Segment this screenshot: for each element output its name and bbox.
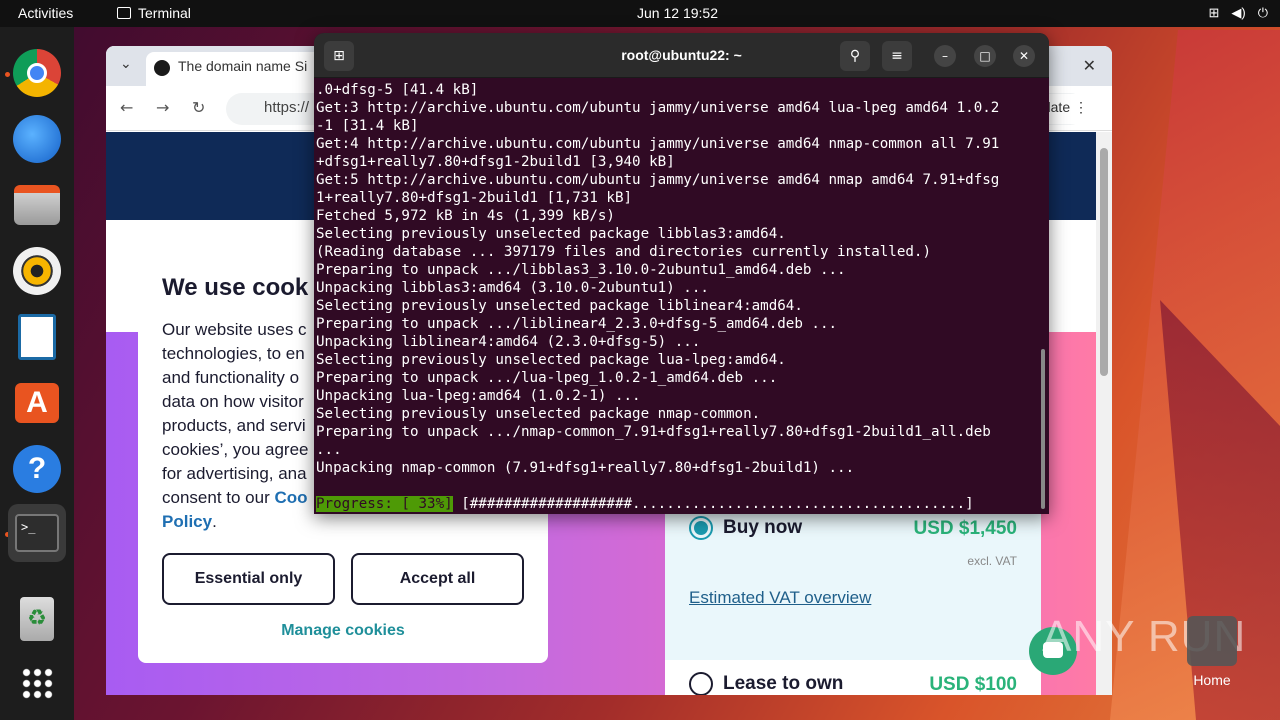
volume-icon: ◀) — [1231, 5, 1246, 20]
trash-icon: ♻ — [20, 597, 54, 641]
lease-option[interactable]: Lease to own — [689, 672, 843, 695]
cookie-line: cookies’, you agree — [162, 440, 309, 459]
home-shortcut[interactable]: Home — [1182, 616, 1242, 688]
terminal-launcher[interactable]: >_ — [8, 504, 66, 562]
tab-title: The domain name Si — [178, 58, 308, 74]
lease-price: USD $100 — [929, 674, 1017, 695]
accept-all-button[interactable]: Accept all — [351, 553, 524, 605]
power-icon: ⏻ — [1257, 5, 1268, 20]
thunderbird-icon — [13, 115, 61, 163]
app-center-launcher[interactable]: A — [8, 374, 66, 432]
radio-unselected[interactable] — [689, 672, 713, 695]
folder-icon — [14, 185, 60, 225]
forward-icon[interactable]: → — [156, 98, 169, 117]
grid-icon — [21, 667, 53, 699]
trash-launcher[interactable]: ♻ — [8, 590, 66, 648]
clock[interactable]: Jun 12 19:52 — [0, 5, 1280, 21]
files-launcher[interactable] — [8, 176, 66, 234]
cookie-policy-link[interactable]: Coo — [274, 488, 307, 507]
manage-cookies-link[interactable]: Manage cookies — [162, 622, 524, 640]
document-icon — [18, 314, 56, 360]
buy-now-price: USD $1,450 — [913, 518, 1017, 539]
writer-launcher[interactable] — [8, 308, 66, 366]
apt-progress: Progress: [ 33%] [###################...… — [316, 495, 974, 513]
search-icon[interactable]: ⚲ — [840, 41, 870, 71]
chrome-icon — [13, 49, 61, 97]
dock: A ? >_ ♻ — [0, 27, 74, 720]
page-scrollbar[interactable] — [1096, 132, 1112, 695]
cookie-line: technologies, to en — [162, 344, 305, 363]
help-launcher[interactable]: ? — [8, 440, 66, 498]
cookie-line: for advertising, ana — [162, 464, 307, 483]
cookie-line: consent to our — [162, 488, 275, 507]
speaker-icon — [13, 247, 61, 295]
cookie-line: Our website uses c — [162, 320, 307, 339]
scrollbar-thumb[interactable] — [1100, 148, 1108, 376]
terminal-scrollbar[interactable] — [1041, 349, 1045, 509]
price-panel: Buy now USD $1,450 excl. VAT Estimated V… — [665, 502, 1041, 695]
minimize-icon[interactable]: – — [934, 45, 956, 67]
close-icon[interactable]: ✕ — [1083, 56, 1096, 75]
cookie-policy-link-cont[interactable]: Policy — [162, 512, 212, 531]
terminal-titlebar: ⊞ root@ubuntu22: ~ ⚲ ≡ – □ ✕ — [314, 33, 1049, 78]
rhythmbox-launcher[interactable] — [8, 242, 66, 300]
lease-label: Lease to own — [723, 673, 844, 694]
progress-bar: [###################....................… — [452, 496, 974, 512]
buy-now-option[interactable]: Buy now — [689, 516, 802, 540]
home-folder-icon — [1187, 616, 1237, 666]
chrome-launcher[interactable] — [8, 44, 66, 102]
buy-now-label: Buy now — [723, 517, 803, 538]
home-label: Home — [1193, 672, 1231, 688]
thunderbird-launcher[interactable] — [8, 110, 66, 168]
top-bar: Activities Terminal Jun 12 19:52 ⊞ ◀) ⏻ — [0, 0, 1280, 27]
terminal-window: ⊞ root@ubuntu22: ~ ⚲ ≡ – □ ✕ .0+dfsg-5 [… — [314, 33, 1049, 514]
network-icon: ⊞ — [1208, 5, 1220, 20]
show-apps-button[interactable] — [8, 654, 66, 712]
cookie-line: data on how visitor — [162, 392, 304, 411]
radio-selected[interactable] — [689, 516, 713, 540]
url-text: https:// — [264, 99, 310, 116]
progress-label: Progress: [ 33%] — [316, 496, 453, 512]
tab-list-chevron-down-icon[interactable]: ⌄ — [120, 56, 132, 72]
vat-overview-link[interactable]: Estimated VAT overview — [689, 588, 871, 608]
terminal-output[interactable]: .0+dfsg-5 [41.4 kB] Get:3 http://archive… — [316, 81, 1038, 477]
essential-only-button[interactable]: Essential only — [162, 553, 335, 605]
terminal-icon: >_ — [15, 514, 59, 552]
cookie-line: and functionality o — [162, 368, 300, 387]
help-icon: ? — [13, 445, 61, 493]
cookie-line: products, and servi — [162, 416, 306, 435]
favicon-icon — [154, 60, 170, 76]
close-icon[interactable]: ✕ — [1013, 45, 1035, 67]
reload-icon[interactable]: ↻ — [192, 98, 205, 117]
back-icon[interactable]: ← — [120, 98, 133, 117]
lease-row: Lease to own USD $100 — [665, 660, 1041, 695]
maximize-icon[interactable]: □ — [974, 45, 996, 67]
system-tray[interactable]: ⊞ ◀) ⏻ — [1208, 5, 1268, 21]
shopping-bag-icon: A — [15, 383, 59, 423]
vat-note: excl. VAT — [967, 554, 1017, 568]
menu-icon[interactable]: ≡ — [882, 41, 912, 71]
